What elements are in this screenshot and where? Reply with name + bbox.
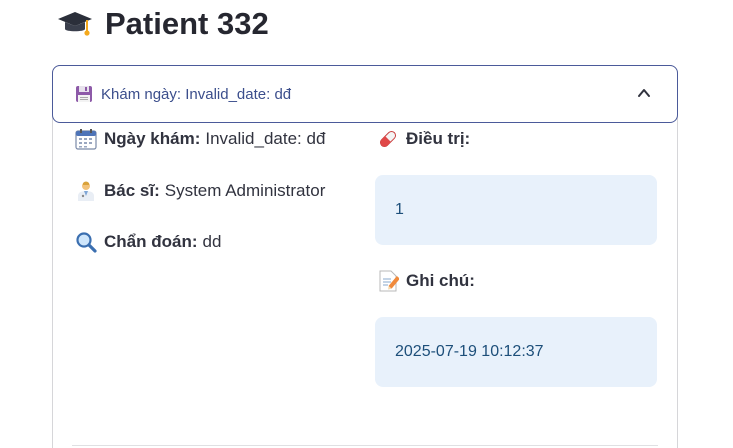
diagnosis-value: dd — [202, 232, 222, 251]
notes-row: Ghi chú: — [377, 270, 480, 292]
doctor-label: Bác sĩ: — [104, 181, 160, 200]
treatment-value-box: 1 — [375, 175, 657, 245]
diagnosis-label: Chẩn đoán: — [104, 232, 198, 251]
expander-header[interactable]: Khám ngày: Invalid_date: dđ — [52, 65, 678, 123]
diagnosis-row: Chẩn đoán: dd — [75, 231, 221, 253]
notes-value: 2025-07-19 10:12:37 — [395, 343, 544, 360]
treatment-label: Điều trị: — [406, 129, 471, 148]
exam-date-value: Invalid_date: dđ — [205, 129, 326, 148]
doctor-icon — [78, 181, 94, 201]
graduation-cap-icon — [58, 12, 92, 36]
page: Patient 332 Khám ngày: Invalid_date: dđ — [0, 0, 733, 448]
visit-expander: Khám ngày: Invalid_date: dđ — [52, 65, 678, 448]
memo-icon — [379, 270, 399, 292]
chevron-up-icon[interactable] — [637, 86, 651, 100]
treatment-value: 1 — [395, 201, 404, 218]
doctor-value: System Administrator — [164, 181, 326, 200]
treatment-row: Điều trị: — [377, 128, 475, 150]
exam-date-label: Ngày khám: — [104, 129, 201, 148]
doctor-row: Bác sĩ: System Administrator — [75, 180, 325, 202]
magnifier-icon — [76, 232, 97, 253]
notes-value-box: 2025-07-19 10:12:37 — [375, 317, 657, 387]
expander-header-label: Khám ngày: Invalid_date: dđ — [101, 85, 292, 103]
page-title: Patient 332 — [57, 4, 269, 44]
page-title-text: Patient 332 — [105, 6, 269, 41]
notes-label: Ghi chú: — [406, 271, 475, 290]
divider — [72, 445, 658, 446]
exam-date-row: Ngày khám: Invalid_date: dđ — [75, 128, 325, 150]
floppy-disk-icon — [76, 86, 92, 102]
calendar-icon — [75, 129, 97, 150]
pill-icon — [379, 130, 397, 148]
